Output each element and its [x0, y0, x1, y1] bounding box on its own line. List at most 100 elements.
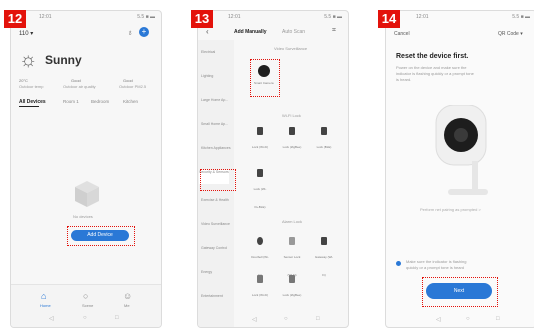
- phone-screen-home: 12:01 5.5 ■ ▬ 110 ▾ ♁ + ☼ Sunny 20°C Out…: [10, 10, 162, 328]
- tab-add-manually[interactable]: Add Manually: [234, 29, 267, 35]
- device-item[interactable]: Lock (Wi-Fi+BLE): [250, 169, 270, 213]
- status-icons: 5.5 ■ ▬: [137, 14, 155, 20]
- status-time: 12:01: [416, 14, 429, 20]
- status-icons: 5.5 ■ ▬: [512, 14, 530, 20]
- nav-home-label[interactable]: Home: [40, 303, 51, 308]
- home-icon[interactable]: ⌂: [41, 291, 46, 301]
- camera-label[interactable]: Smart Camera: [254, 81, 274, 85]
- sidebar-item[interactable]: Energy: [201, 270, 231, 275]
- weather-value: Good: [71, 78, 81, 83]
- device-label: Lock (Wi-Fi): [251, 145, 269, 149]
- lock-icon: [257, 275, 263, 283]
- bottom-nav: ⌂ Home ○ Scene ☺ Me ◁ ○ □: [11, 284, 161, 327]
- weather-label: Outdoor air quality: [63, 84, 96, 89]
- system-home-icon[interactable]: ○: [284, 316, 288, 322]
- system-home-icon[interactable]: ○: [83, 315, 87, 321]
- tab-room[interactable]: Kitchen: [123, 99, 138, 104]
- lock-icon: [289, 127, 295, 135]
- device-item[interactable]: Lock (Wi-Fi): [250, 275, 270, 301]
- camera-illustration: [435, 105, 488, 195]
- weather-value: 20°C: [19, 78, 28, 83]
- confirm-text: Make sure the indicator is flashing: [406, 259, 467, 264]
- step-badge-13: 13: [191, 10, 213, 28]
- status-time: 12:01: [228, 14, 241, 20]
- device-label: Lock (Wi-Fi): [251, 293, 269, 297]
- instruction-line: is heard.: [396, 77, 412, 82]
- device-label: Gateway (Wi-Fi): [314, 255, 334, 277]
- system-recent-icon[interactable]: □: [115, 315, 119, 321]
- sidebar-item[interactable]: Lighting: [201, 74, 231, 79]
- device-item[interactable]: Lock (Wi-Fi): [250, 127, 270, 153]
- microphone-icon[interactable]: ♁: [127, 28, 133, 37]
- phone-screen-reset-device: 12:01 5.5 ■ ▬ Cancel QR Code ▾ Reset the…: [385, 10, 534, 328]
- add-icon[interactable]: +: [139, 27, 149, 37]
- cancel-button[interactable]: Cancel: [394, 31, 410, 37]
- device-label: Doorbell (Wi-Fi): [251, 255, 269, 277]
- nav-scene-label[interactable]: Scene: [82, 303, 93, 308]
- sensor-icon: [289, 237, 295, 245]
- system-recent-icon[interactable]: □: [496, 316, 500, 322]
- section-title: Alarm Lock: [282, 219, 303, 224]
- tab-room[interactable]: Bedroom: [91, 99, 109, 104]
- system-back-icon[interactable]: ◁: [49, 315, 54, 322]
- sidebar-item[interactable]: Entertainment: [201, 294, 231, 299]
- home-selector[interactable]: 110 ▾: [19, 30, 33, 37]
- tab-room[interactable]: Room 1: [63, 99, 79, 104]
- device-item[interactable]: Gateway (Wi-Fi): [314, 237, 334, 281]
- instruction-line: Power on the device and make sure the: [396, 65, 467, 70]
- phone-screen-add-manually: 12:01 5.5 ■ ▬ ‹ Add Manually Auto Scan ⌗…: [197, 10, 349, 328]
- device-item[interactable]: Lock (ZigBee): [282, 127, 302, 153]
- sun-icon: ☼: [19, 49, 38, 71]
- device-label: Sensor Lock (Wi-Fi): [283, 255, 301, 277]
- section-title: Video Surveillance: [274, 46, 308, 51]
- back-icon[interactable]: ‹: [206, 27, 209, 36]
- lock-icon: [289, 275, 295, 283]
- sidebar-item[interactable]: Video Surveillance: [201, 222, 231, 227]
- empty-box-illustration: [75, 181, 99, 207]
- section-title: Wi-Fi Lock: [282, 113, 301, 118]
- checkbox[interactable]: [396, 261, 401, 266]
- weather-value: Good: [123, 78, 133, 83]
- system-back-icon[interactable]: ◁: [252, 316, 257, 323]
- scene-icon[interactable]: ○: [83, 291, 88, 301]
- highlight-box: [200, 169, 236, 191]
- user-icon[interactable]: ☺: [123, 291, 132, 301]
- lock-icon: [321, 127, 327, 135]
- qr-code-selector[interactable]: QR Code ▾: [498, 31, 523, 37]
- add-device-button[interactable]: Add Device: [71, 230, 129, 241]
- page-title: Reset the device first.: [396, 53, 469, 60]
- system-recent-icon[interactable]: □: [316, 316, 320, 322]
- home-name: Sunny: [45, 53, 82, 67]
- sidebar-item[interactable]: Electrical: [201, 50, 231, 55]
- doorbell-icon: [257, 237, 263, 245]
- status-icons: 5.5 ■ ▬: [324, 14, 342, 20]
- tab-auto-scan[interactable]: Auto Scan: [282, 29, 305, 35]
- weather-label: Outdoor PM2.5: [119, 84, 147, 89]
- status-time: 12:01: [39, 14, 52, 20]
- device-label: Lock (BLE): [316, 145, 332, 149]
- tab-indicator: [19, 106, 39, 107]
- sidebar-item[interactable]: Large Home Ap...: [201, 98, 231, 103]
- lock-icon: [257, 127, 263, 135]
- sidebar-item[interactable]: Small Home Ap...: [201, 122, 231, 127]
- device-label: Lock (Wi-Fi+BLE): [253, 187, 267, 209]
- scan-icon[interactable]: ⌗: [332, 27, 336, 35]
- sidebar-item[interactable]: Exercise & Health: [201, 198, 231, 203]
- device-item[interactable]: Lock (ZigBee): [282, 275, 302, 301]
- weather-label: Outdoor temp: [19, 84, 44, 89]
- device-item[interactable]: Lock (BLE): [314, 127, 334, 153]
- confirm-text: quickly or a prompt tone is heard: [406, 265, 465, 270]
- device-label: Lock (ZigBee): [282, 293, 302, 297]
- system-back-icon[interactable]: ◁: [436, 316, 441, 323]
- nav-me-label[interactable]: Me: [124, 303, 130, 308]
- instruction-line: indicator is flashing quickly or a promp…: [396, 71, 474, 76]
- step-badge-12: 12: [4, 10, 26, 28]
- empty-state-text: No devices: [73, 214, 93, 219]
- system-home-icon[interactable]: ○: [466, 316, 470, 322]
- sidebar-item[interactable]: Gateway Control: [201, 246, 231, 251]
- sidebar-item[interactable]: Kitchen Appliances: [201, 146, 231, 151]
- camera-device-icon[interactable]: [258, 65, 270, 77]
- tab-all-devices[interactable]: All Devices: [19, 99, 46, 105]
- pairing-hint-link[interactable]: Perform net pairing as prompted >: [420, 207, 481, 212]
- next-button[interactable]: Next: [426, 283, 492, 299]
